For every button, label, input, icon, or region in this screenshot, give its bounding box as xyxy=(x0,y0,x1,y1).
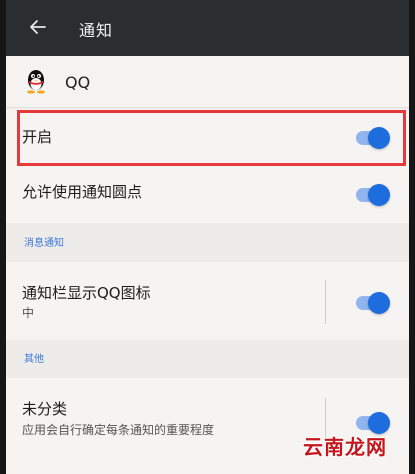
back-arrow-icon[interactable] xyxy=(26,15,50,39)
enable-notifications-row[interactable]: 开启 xyxy=(6,109,409,167)
statusbar-icon-importance: 中 xyxy=(22,306,35,320)
statusbar-icon-label: 通知栏显示QQ图标 xyxy=(22,284,151,302)
toggle-knob xyxy=(368,127,390,149)
row-divider xyxy=(325,280,326,324)
app-name: QQ xyxy=(65,73,91,92)
toggle-knob xyxy=(368,292,390,314)
enable-notifications-label: 开启 xyxy=(22,128,53,146)
notification-settings-screen: 通知 QQ 开启 允许使用通知圆点 消息通知 通知栏显示QQ图标 中 其他 未分… xyxy=(6,0,409,474)
notification-dots-toggle[interactable] xyxy=(356,184,390,206)
toggle-knob xyxy=(368,184,390,206)
uncategorized-label: 未分类 xyxy=(22,400,68,418)
statusbar-icon-row[interactable]: 通知栏显示QQ图标 中 xyxy=(6,262,409,340)
notification-dots-row[interactable]: 允许使用通知圆点 xyxy=(6,167,409,223)
section-header-messages: 消息通知 xyxy=(24,238,64,249)
enable-notifications-toggle[interactable] xyxy=(356,127,390,149)
uncategorized-toggle[interactable] xyxy=(356,412,390,434)
uncategorized-description: 应用会自行确定每条通知的重要程度 xyxy=(22,423,215,437)
app-info-row: QQ xyxy=(6,56,409,108)
section-header-other: 其他 xyxy=(24,354,44,365)
page-title: 通知 xyxy=(79,21,114,40)
statusbar-icon-toggle[interactable] xyxy=(356,292,390,314)
notification-dots-label: 允许使用通知圆点 xyxy=(22,183,143,201)
device-frame: 通知 QQ 开启 允许使用通知圆点 消息通知 通知栏显示QQ图标 中 其他 未分… xyxy=(0,0,415,474)
watermark-logo: 云南龙网 xyxy=(303,435,387,459)
top-app-bar: 通知 xyxy=(6,0,409,56)
qq-penguin-icon xyxy=(27,70,45,94)
